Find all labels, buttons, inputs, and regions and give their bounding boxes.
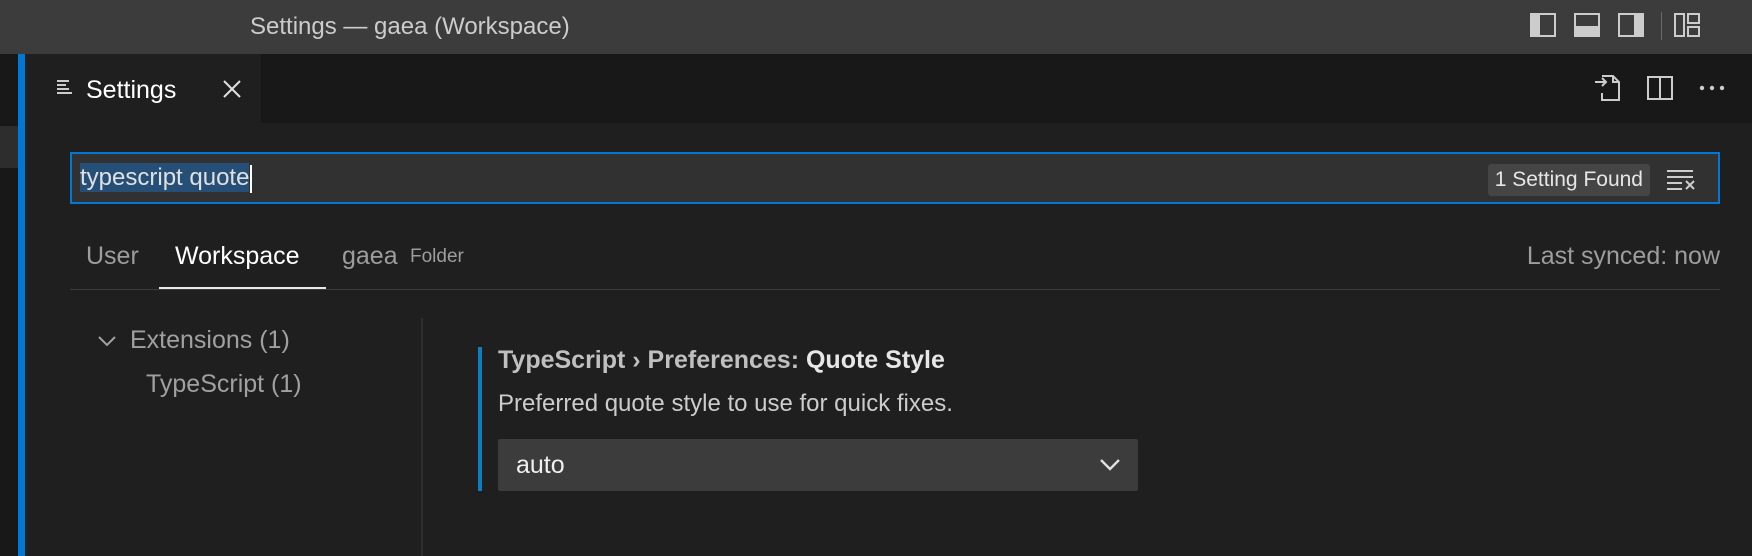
split-editor-icon[interactable] (1644, 72, 1676, 104)
toc-divider[interactable] (421, 318, 423, 556)
tab-user[interactable]: User (86, 242, 139, 271)
quote-style-select[interactable]: auto (498, 439, 1138, 491)
search-query-text: typescript quote (80, 163, 250, 192)
activity-bar-item[interactable] (0, 126, 18, 168)
close-icon[interactable] (221, 78, 243, 100)
tab-folder[interactable]: gaea (342, 242, 398, 271)
clear-filter-icon[interactable] (1666, 167, 1696, 191)
search-result-count: 1 Setting Found (1487, 164, 1650, 196)
tab-bar: Settings (25, 54, 1752, 123)
title-bar: Settings — gaea (Workspace) (0, 0, 1752, 54)
select-value: auto (516, 451, 565, 479)
toggle-panel-icon[interactable] (1572, 10, 1602, 40)
tab-workspace[interactable]: Workspace (175, 242, 300, 271)
toggle-secondary-sidebar-icon[interactable] (1616, 10, 1646, 40)
search-query[interactable]: typescript quote (80, 163, 253, 196)
customize-layout-icon[interactable] (1672, 10, 1702, 40)
editor-actions (1592, 72, 1752, 106)
more-actions-icon[interactable] (1696, 72, 1728, 104)
text-caret (250, 164, 253, 193)
open-settings-json-icon[interactable] (1592, 72, 1624, 104)
toggle-primary-sidebar-icon[interactable] (1528, 10, 1558, 40)
layout-controls (1522, 10, 1752, 44)
setting-title: TypeScript › Preferences: Quote Style (498, 346, 945, 375)
settings-list-icon (57, 80, 72, 94)
toc-group-extensions[interactable]: Extensions (1) (130, 326, 290, 355)
titlebar-separator (1661, 12, 1662, 40)
chevron-down-icon[interactable] (96, 330, 118, 352)
setting-description: Preferred quote style to use for quick f… (498, 390, 953, 417)
editor-focus-indicator (18, 54, 25, 556)
toc-item-typescript[interactable]: TypeScript (1) (146, 370, 302, 399)
folder-hint: Folder (410, 246, 464, 267)
tab-label: Settings (86, 76, 177, 104)
settings-search-input[interactable]: typescript quote 1 Setting Found (70, 152, 1720, 204)
tab-settings[interactable]: Settings (25, 54, 261, 123)
chevron-down-icon (1100, 459, 1120, 471)
window-title: Settings — gaea (Workspace) (250, 13, 570, 40)
last-synced-status: Last synced: now (1526, 242, 1720, 270)
setting-focus-indicator (478, 347, 482, 491)
setting-key: Quote Style (805, 346, 945, 374)
settings-scope-tabs: User Workspace gaea Folder Last synced: … (70, 232, 1720, 290)
active-tab-underline (159, 287, 326, 289)
setting-category: TypeScript › Preferences: (498, 346, 806, 374)
